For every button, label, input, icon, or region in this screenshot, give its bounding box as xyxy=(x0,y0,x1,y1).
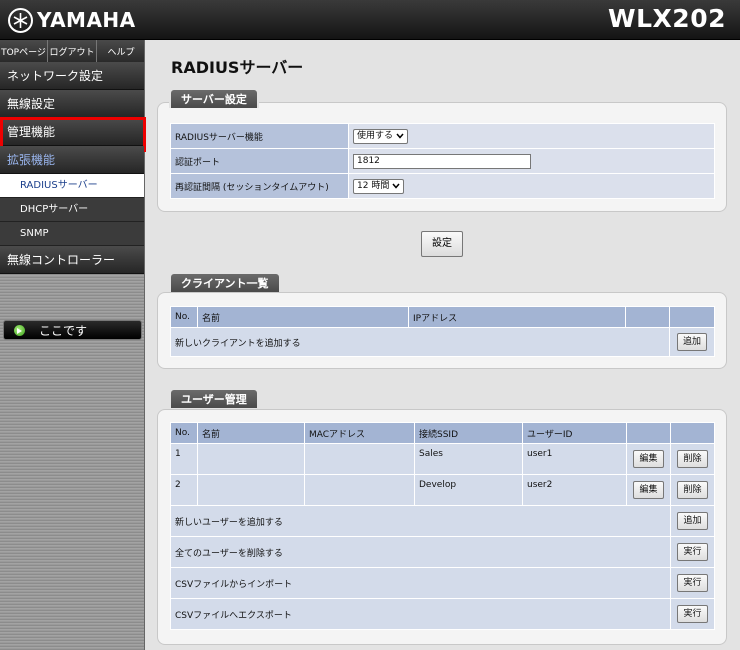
user-table: No. 名前 MACアドレス 接続SSID ユーザーID 1 Sales use… xyxy=(170,422,715,630)
sidebar-item-wireless[interactable]: 無線設定 xyxy=(0,90,144,118)
col-header-ip: IPアドレス xyxy=(408,306,626,328)
model-name: WLX202 xyxy=(608,4,726,33)
yamaha-logo: YAMAHA xyxy=(8,7,136,33)
table-row: 1 Sales user1 編集 削除 xyxy=(170,443,715,475)
server-settings-panel: RADIUSサーバー機能 使用する 認証ポート 1812 再認証間隔 (セッショ… xyxy=(157,102,727,212)
add-client-label: 新しいクライアントを追加する xyxy=(170,327,670,357)
user-id: user2 xyxy=(522,474,627,506)
reauth-interval-select[interactable]: 12 時間 xyxy=(353,178,405,194)
sidebar-item-radius[interactable]: RADIUSサーバー xyxy=(0,174,144,198)
server-settings-title: サーバー設定 xyxy=(169,88,259,108)
user-ssid: Sales xyxy=(414,443,523,475)
radius-function-select[interactable]: 使用する xyxy=(353,128,409,144)
tuning-fork-emblem-icon xyxy=(8,7,33,33)
delete-all-users-label: 全てのユーザーを削除する xyxy=(170,536,671,568)
header-bar: YAMAHA WLX202 xyxy=(0,0,740,40)
col-header-no: No. xyxy=(170,422,198,444)
brand-name: YAMAHA xyxy=(37,8,136,32)
sidebar: TOPページ ログアウト ヘルプ ネットワーク設定 無線設定 管理機能 拡張機能… xyxy=(0,40,146,650)
sidebar-item-extensions[interactable]: 拡張機能 xyxy=(0,146,144,174)
server-settings-table: RADIUSサーバー機能 使用する 認証ポート 1812 再認証間隔 (セッショ… xyxy=(170,123,715,199)
client-list-panel: No. 名前 IPアドレス 新しいクライアントを追加する 追加 xyxy=(157,292,727,369)
sidebar-item-controller[interactable]: 無線コントローラー xyxy=(0,246,144,274)
sidebar-item-network[interactable]: ネットワーク設定 xyxy=(0,62,144,90)
auth-port-label: 認証ポート xyxy=(170,148,349,174)
user-management-title: ユーザー管理 xyxy=(169,388,259,408)
delete-all-users-button[interactable]: 実行 xyxy=(677,543,708,561)
sidebar-item-management[interactable]: 管理機能 xyxy=(0,117,146,152)
delete-user-button[interactable]: 削除 xyxy=(677,481,708,499)
add-client-button[interactable]: 追加 xyxy=(676,333,707,351)
top-page-link[interactable]: TOPページ xyxy=(0,40,48,62)
chevron-down-icon xyxy=(396,133,404,139)
sidebar-item-snmp[interactable]: SNMP xyxy=(0,222,144,246)
apply-settings-button[interactable]: 設定 xyxy=(421,231,463,257)
add-user-label: 新しいユーザーを追加する xyxy=(170,505,671,537)
chevron-down-icon xyxy=(392,183,400,189)
col-header-userid: ユーザーID xyxy=(522,422,627,444)
main-content: RADIUSサーバー RADIUSサーバー機能 使用する 認証ポート 1812 xyxy=(146,40,740,650)
col-header-no: No. xyxy=(170,306,198,328)
col-header-ssid: 接続SSID xyxy=(414,422,523,444)
user-management-panel: No. 名前 MACアドレス 接続SSID ユーザーID 1 Sales use… xyxy=(157,409,727,645)
client-list-title: クライアント一覧 xyxy=(169,272,281,292)
top-nav: TOPページ ログアウト ヘルプ xyxy=(0,40,144,62)
edit-user-button[interactable]: 編集 xyxy=(633,450,664,468)
here-label: ここです xyxy=(39,323,88,338)
edit-user-button[interactable]: 編集 xyxy=(633,481,664,499)
csv-export-label: CSVファイルへエクスポート xyxy=(170,598,671,630)
col-header-mac: MACアドレス xyxy=(304,422,415,444)
table-row: 2 Develop user2 編集 削除 xyxy=(170,474,715,506)
user-ssid: Develop xyxy=(414,474,523,506)
client-list-table: No. 名前 IPアドレス 新しいクライアントを追加する 追加 xyxy=(170,306,715,357)
help-link[interactable]: ヘルプ xyxy=(97,40,145,62)
radius-function-label: RADIUSサーバー機能 xyxy=(170,123,349,149)
page-title: RADIUSサーバー xyxy=(171,58,304,77)
auth-port-input[interactable]: 1812 xyxy=(353,153,531,169)
csv-import-button[interactable]: 実行 xyxy=(677,574,708,592)
csv-export-button[interactable]: 実行 xyxy=(677,605,708,623)
add-user-button[interactable]: 追加 xyxy=(677,512,708,530)
here-indicator: ここです xyxy=(3,320,142,340)
play-icon xyxy=(14,324,25,336)
csv-import-label: CSVファイルからインポート xyxy=(170,567,671,599)
logout-link[interactable]: ログアウト xyxy=(48,40,97,62)
col-header-name: 名前 xyxy=(197,306,409,328)
reauth-interval-label: 再認証間隔 (セッションタイムアウト) xyxy=(170,173,349,199)
delete-user-button[interactable]: 削除 xyxy=(677,450,708,468)
sidebar-item-dhcp[interactable]: DHCPサーバー xyxy=(0,198,144,222)
col-header-name: 名前 xyxy=(197,422,305,444)
user-id: user1 xyxy=(522,443,627,475)
